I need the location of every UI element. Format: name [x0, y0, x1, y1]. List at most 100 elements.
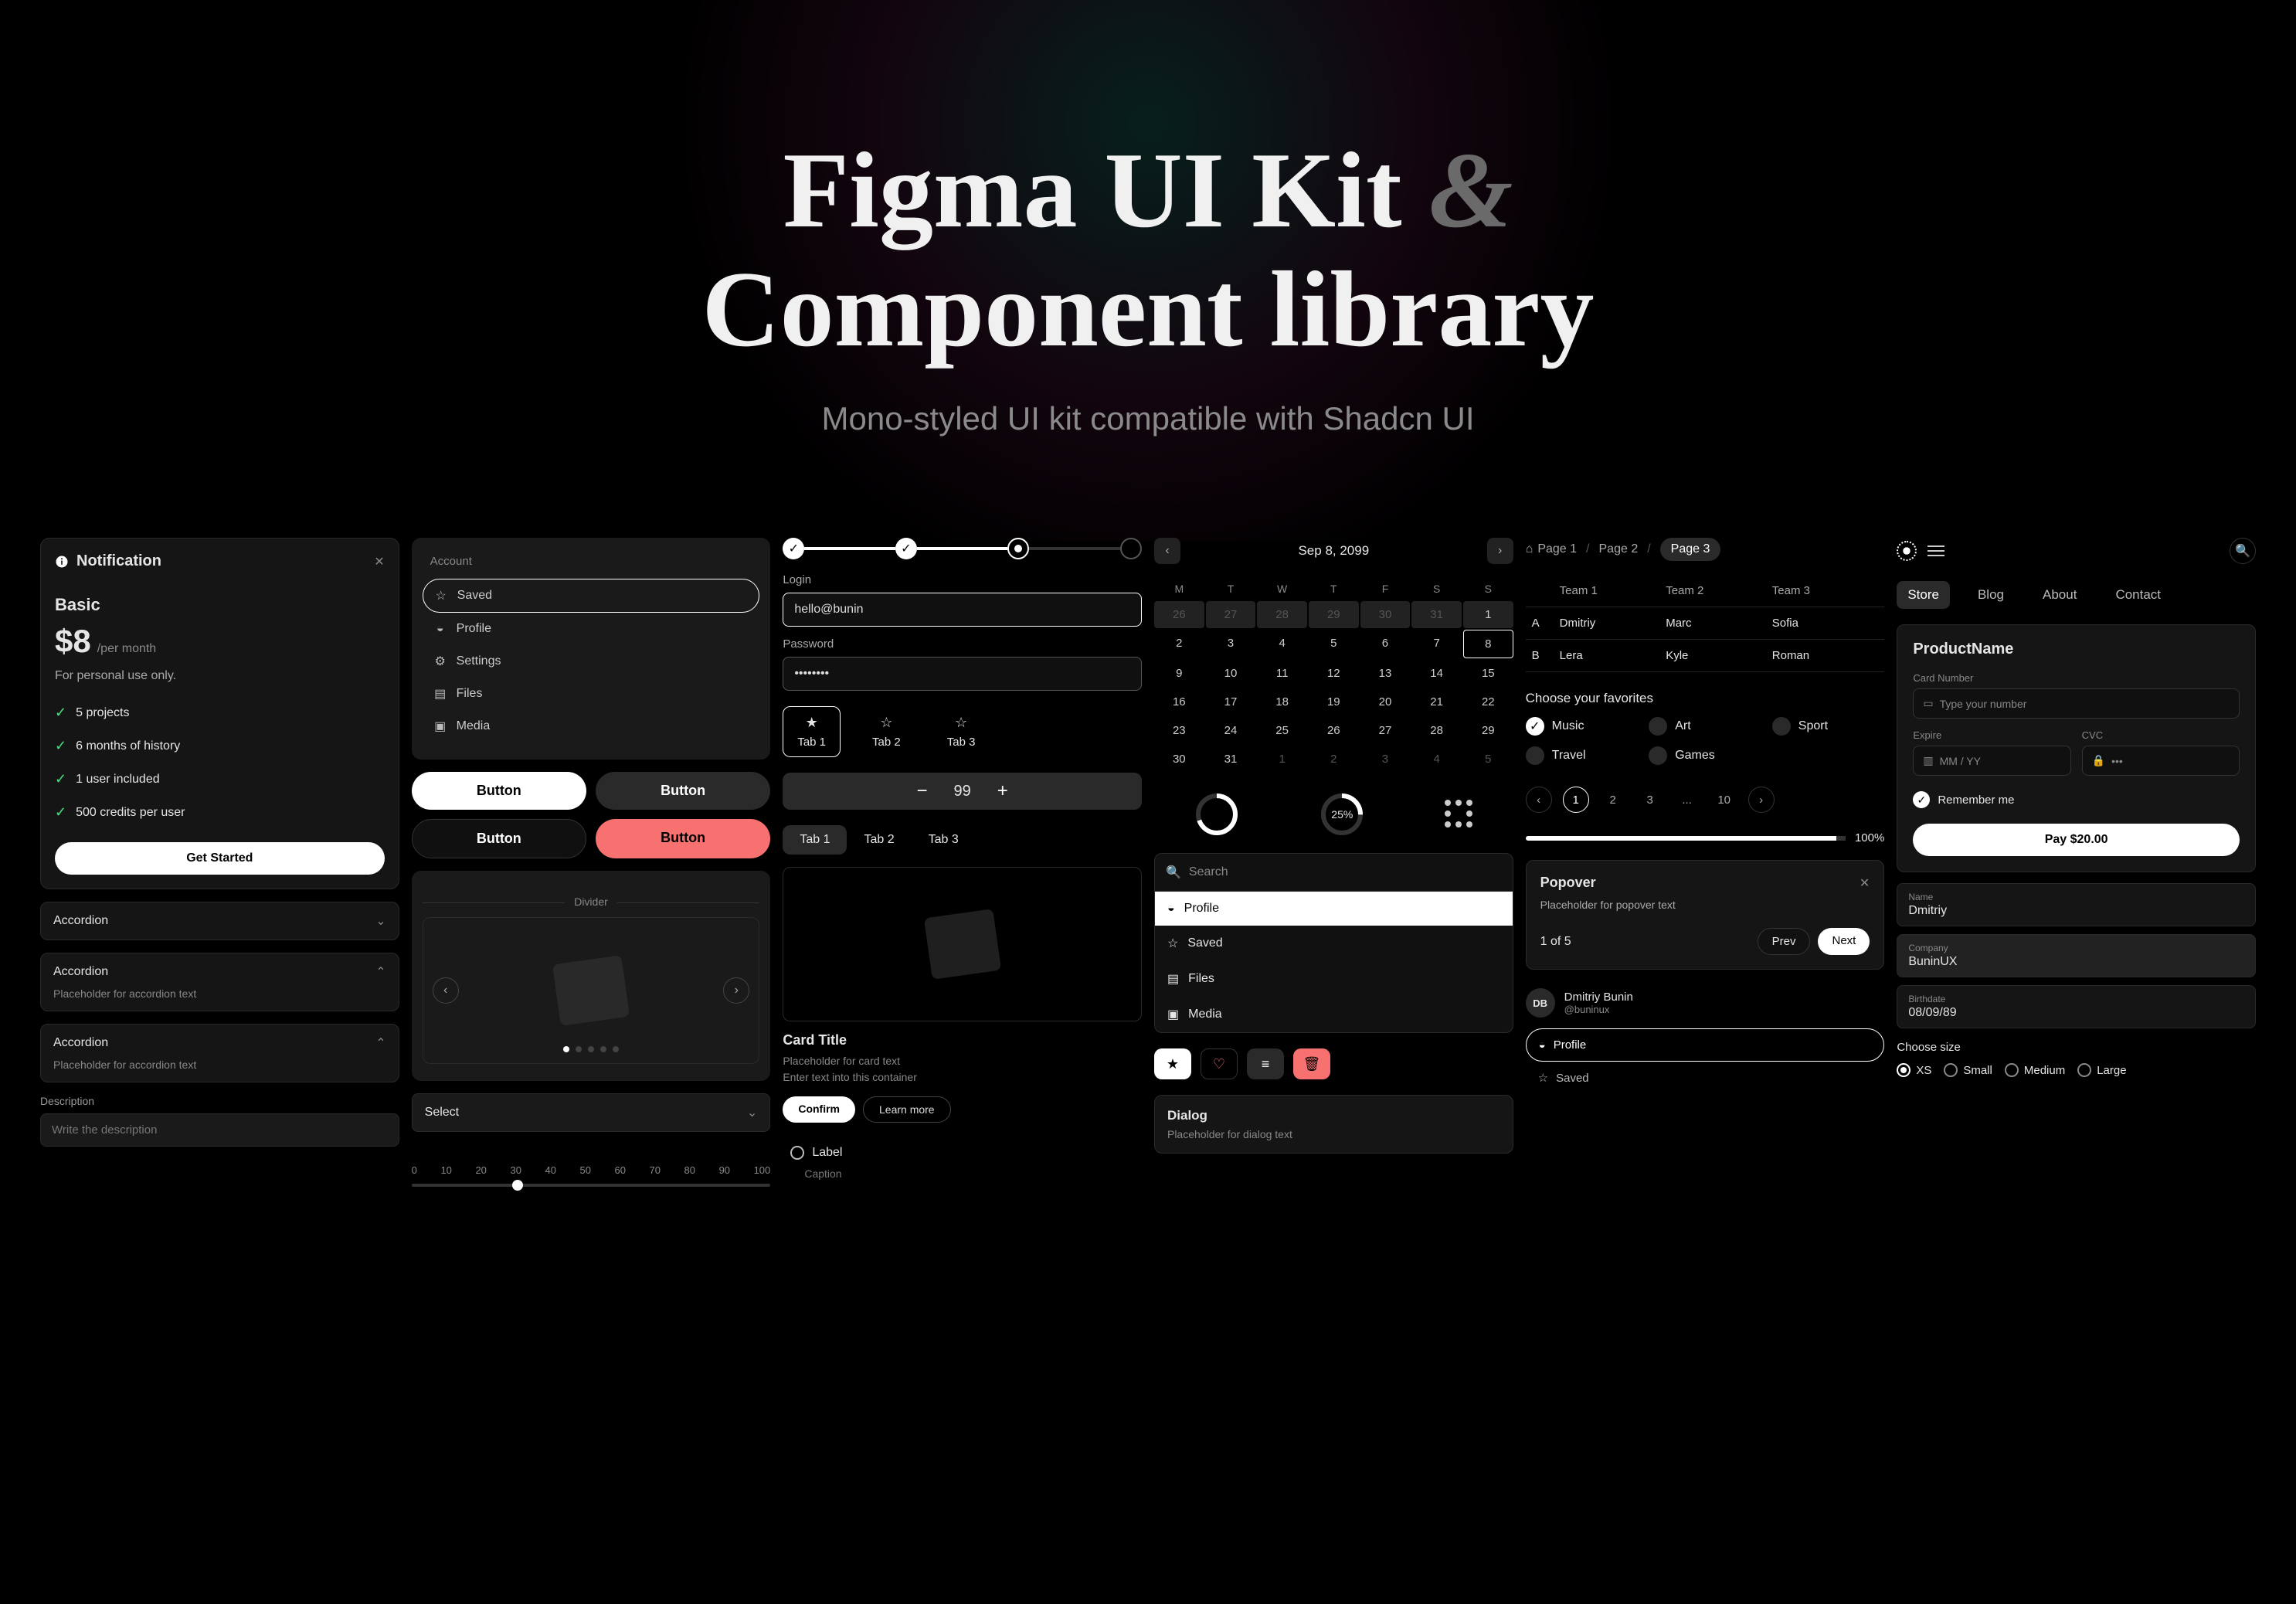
carousel-dots[interactable] — [563, 1046, 619, 1052]
calendar-day[interactable]: 21 — [1411, 688, 1462, 715]
prev-button[interactable]: Prev — [1758, 928, 1811, 955]
calendar-day[interactable]: 26 — [1154, 601, 1204, 628]
increment-button[interactable]: + — [997, 780, 1008, 802]
calendar-day[interactable]: 20 — [1360, 688, 1411, 715]
calendar-day[interactable]: 22 — [1463, 688, 1513, 715]
next-button[interactable]: Next — [1818, 928, 1870, 955]
calendar-day[interactable]: 2 — [1154, 630, 1204, 658]
calendar-day[interactable]: 13 — [1360, 660, 1411, 687]
calendar-day[interactable]: 31 — [1411, 601, 1462, 628]
slider-track[interactable] — [1526, 836, 1846, 841]
breadcrumb-item-current[interactable]: Page 3 — [1660, 538, 1721, 561]
favorite-checkbox-art[interactable]: Art — [1649, 717, 1761, 736]
step-pending[interactable] — [1120, 538, 1142, 559]
calendar-day[interactable]: 8 — [1463, 630, 1513, 658]
user-menu-saved[interactable]: ☆Saved — [1526, 1062, 1885, 1094]
carousel-next-button[interactable]: › — [723, 977, 749, 1004]
step-complete-icon[interactable]: ✓ — [895, 538, 917, 559]
user-menu-profile[interactable]: ◒Profile — [1526, 1028, 1885, 1062]
slider[interactable]: 100% — [1526, 831, 1885, 844]
get-started-button[interactable]: Get Started — [55, 842, 385, 875]
calendar-day[interactable]: 30 — [1360, 601, 1411, 628]
size-option-large[interactable]: Large — [2077, 1063, 2126, 1077]
tab-1[interactable]: ★Tab 1 — [783, 706, 841, 757]
breadcrumb-item[interactable]: ⌂Page 1 — [1526, 542, 1577, 556]
calendar-day[interactable]: 15 — [1463, 660, 1513, 687]
button-white[interactable]: Button — [412, 772, 586, 810]
nav-tab-store[interactable]: Store — [1897, 581, 1950, 609]
accordion-closed[interactable]: Accordion⌄ — [40, 902, 399, 940]
close-icon[interactable]: ✕ — [374, 554, 384, 569]
menu-button[interactable]: ≡ — [1247, 1048, 1284, 1079]
calendar-day[interactable]: 6 — [1360, 630, 1411, 658]
calendar-day[interactable]: 19 — [1309, 688, 1359, 715]
calendar-next-button[interactable]: › — [1487, 538, 1513, 564]
menu-item-profile[interactable]: ◒Profile — [1155, 892, 1513, 926]
calendar-day[interactable]: 5 — [1463, 746, 1513, 773]
calendar-day[interactable]: 1 — [1463, 601, 1513, 628]
pagination-page[interactable]: 2 — [1600, 787, 1626, 813]
pagination-prev-button[interactable]: ‹ — [1526, 787, 1552, 813]
calendar-day[interactable]: 31 — [1206, 746, 1256, 773]
calendar-day[interactable]: 27 — [1206, 601, 1256, 628]
text-tab-2[interactable]: Tab 2 — [847, 825, 911, 855]
delete-button[interactable]: 🗑 — [1293, 1048, 1330, 1079]
name-field[interactable]: Name Dmitriy — [1897, 883, 2256, 926]
calendar-day[interactable]: 29 — [1463, 717, 1513, 744]
confirm-button[interactable]: Confirm — [783, 1096, 855, 1123]
calendar-day[interactable]: 29 — [1309, 601, 1359, 628]
calendar-day[interactable]: 9 — [1154, 660, 1204, 687]
calendar-day[interactable]: 2 — [1309, 746, 1359, 773]
step-current[interactable] — [1007, 538, 1029, 559]
select-dropdown[interactable]: Select⌄ — [412, 1093, 771, 1132]
pagination-page[interactable]: ... — [1674, 787, 1700, 813]
card-number-input[interactable]: ▭Type your number — [1913, 688, 2240, 719]
favorite-checkbox-sport[interactable]: Sport — [1772, 717, 1885, 736]
breadcrumb-item[interactable]: Page 2 — [1599, 542, 1639, 556]
calendar-day[interactable]: 7 — [1411, 630, 1462, 658]
calendar-day[interactable]: 3 — [1360, 746, 1411, 773]
tab-2[interactable]: ☆Tab 2 — [858, 706, 915, 757]
expire-input[interactable]: ▥MM / YY — [1913, 746, 2070, 776]
password-input[interactable]: •••••••• — [783, 657, 1142, 691]
favorite-checkbox-music[interactable]: ✓Music — [1526, 717, 1639, 736]
button-black[interactable]: Button — [412, 819, 586, 858]
pagination-page[interactable]: 3 — [1637, 787, 1663, 813]
description-input[interactable]: Write the description — [40, 1113, 399, 1147]
accordion-open-1[interactable]: Accordion⌃ Placeholder for accordion tex… — [40, 953, 399, 1011]
calendar-day[interactable]: 14 — [1411, 660, 1462, 687]
nav-tab-about[interactable]: About — [2032, 581, 2087, 609]
slider-ruler[interactable]: 0102030405060708090100 — [412, 1144, 771, 1187]
text-tab-1[interactable]: Tab 1 — [783, 825, 847, 855]
step-complete-icon[interactable]: ✓ — [783, 538, 804, 559]
pagination-next-button[interactable]: › — [1748, 787, 1775, 813]
size-option-small[interactable]: Small — [1944, 1063, 1992, 1077]
learn-more-button[interactable]: Learn more — [863, 1096, 951, 1123]
calendar-day[interactable]: 30 — [1154, 746, 1204, 773]
search-button[interactable]: 🔍 — [2230, 538, 2256, 564]
favorite-button[interactable]: ★ — [1154, 1048, 1191, 1079]
pagination-page[interactable]: 10 — [1711, 787, 1737, 813]
like-button[interactable]: ♡ — [1201, 1048, 1238, 1079]
calendar-prev-button[interactable]: ‹ — [1154, 538, 1180, 564]
calendar-day[interactable]: 4 — [1411, 746, 1462, 773]
menu-item-files[interactable]: ▤Files — [1155, 961, 1513, 997]
size-option-xs[interactable]: XS — [1897, 1063, 1931, 1077]
pagination-page[interactable]: 1 — [1563, 787, 1589, 813]
calendar-day[interactable]: 5 — [1309, 630, 1359, 658]
button-coral[interactable]: Button — [596, 819, 770, 858]
account-item-files[interactable]: ▤Files — [423, 678, 760, 710]
slider-thumb[interactable] — [512, 1180, 523, 1191]
tab-3[interactable]: ☆Tab 3 — [932, 706, 990, 757]
calendar-day[interactable]: 4 — [1257, 630, 1307, 658]
calendar-day[interactable]: 3 — [1206, 630, 1256, 658]
calendar-day[interactable]: 10 — [1206, 660, 1256, 687]
calendar-day[interactable]: 26 — [1309, 717, 1359, 744]
menu-item-media[interactable]: ▣Media — [1155, 997, 1513, 1032]
calendar-day[interactable]: 25 — [1257, 717, 1307, 744]
carousel-prev-button[interactable]: ‹ — [433, 977, 459, 1004]
calendar-day[interactable]: 16 — [1154, 688, 1204, 715]
remember-me-checkbox[interactable]: ✓ Remember me — [1913, 791, 2240, 808]
calendar-day[interactable]: 23 — [1154, 717, 1204, 744]
cvc-input[interactable]: 🔒••• — [2082, 746, 2240, 776]
